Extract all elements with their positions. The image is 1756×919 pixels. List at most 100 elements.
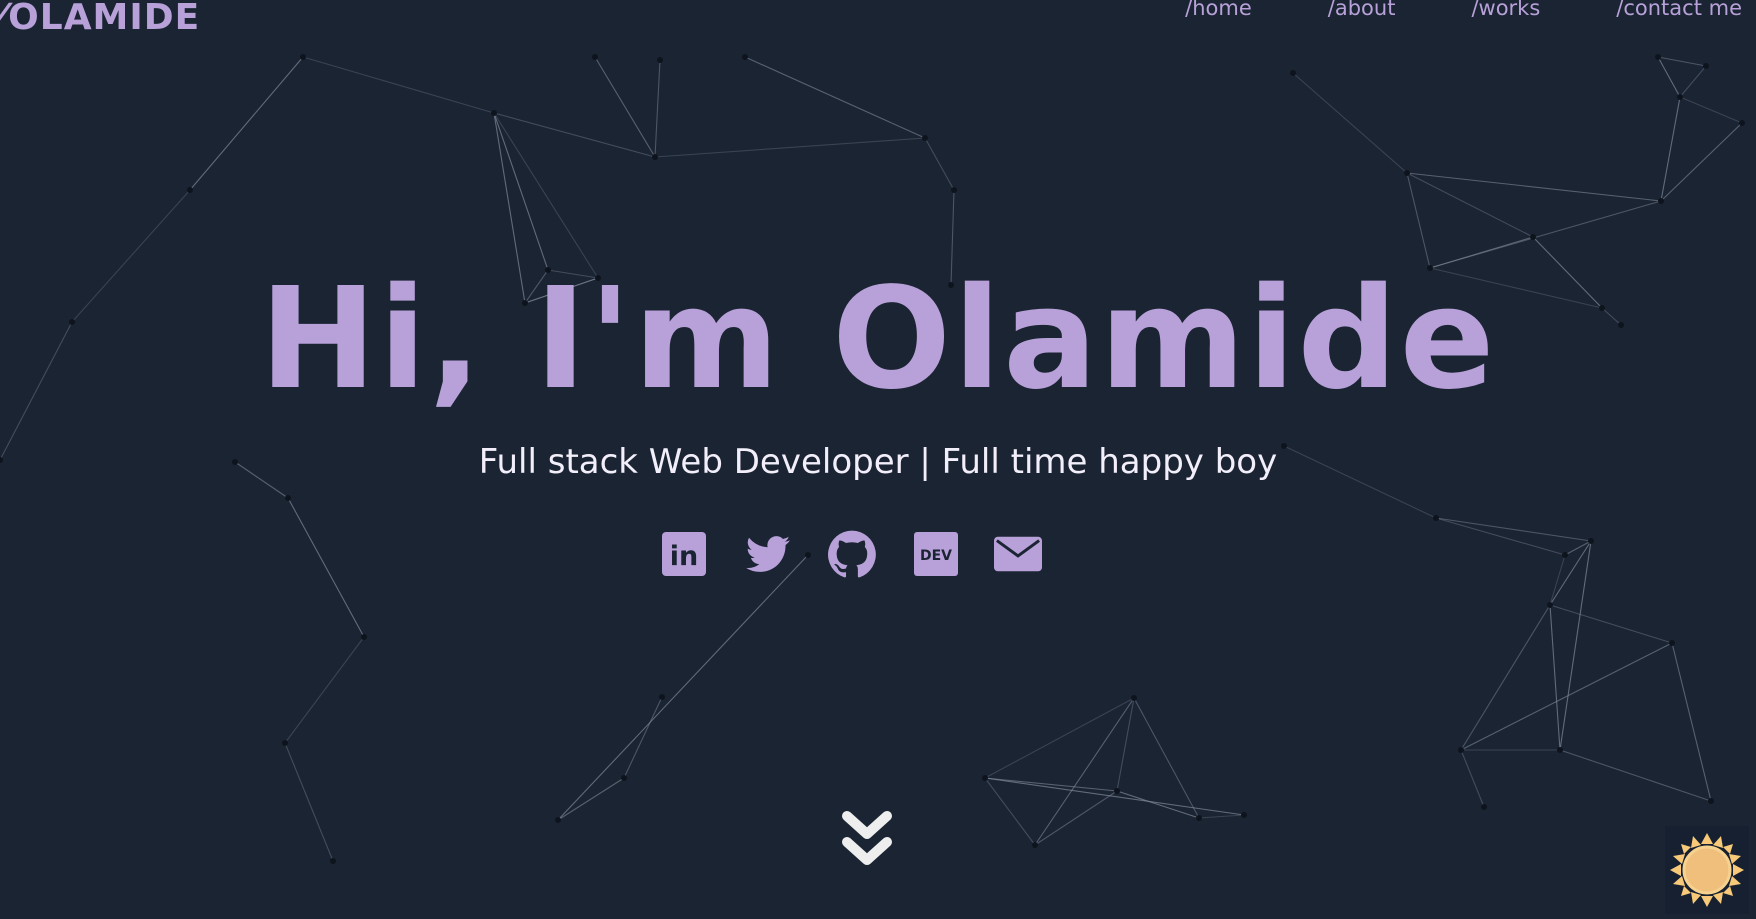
network-line (1034, 790, 1118, 846)
linkedin-icon-text: in (670, 541, 698, 572)
scroll-down-button[interactable] (841, 810, 893, 872)
network-line (284, 636, 365, 744)
network-node (1481, 804, 1487, 810)
network-line (623, 696, 663, 779)
network-node (652, 154, 658, 160)
network-node (951, 187, 957, 193)
network-line (493, 112, 599, 279)
network-node (361, 634, 367, 640)
network-line (1406, 172, 1431, 269)
network-node (1547, 602, 1553, 608)
dev-icon: DEV (914, 532, 958, 576)
hero-title: Hi, I'm Olamide (259, 258, 1497, 421)
network-line (744, 56, 926, 139)
network-node (1708, 798, 1714, 804)
linkedin-icon: in (662, 532, 706, 576)
network-node (555, 817, 561, 823)
network-node (330, 858, 336, 864)
network-line (1559, 749, 1712, 802)
hero-subtitle: Full stack Web Developer | Full time hap… (478, 442, 1278, 482)
network-line (189, 56, 304, 191)
network-node (1562, 552, 1568, 558)
network-line (302, 56, 495, 114)
network-node (1703, 63, 1709, 69)
network-line (1435, 517, 1566, 556)
network-line (654, 137, 926, 158)
network-line (1549, 604, 1673, 644)
network-node (187, 187, 193, 193)
network-node (922, 135, 928, 141)
network-node (592, 54, 598, 60)
network-node (300, 54, 306, 60)
chevron-double-down-icon (842, 811, 892, 865)
linkedin-link[interactable]: in (660, 530, 708, 578)
twitter-icon (746, 536, 790, 572)
network-node (1658, 198, 1664, 204)
dev-link[interactable]: DEV (912, 530, 960, 578)
page: /OLAMIDE /home /about /works /contact me… (0, 0, 1756, 919)
nav-link-home[interactable]: /home (1185, 0, 1252, 22)
network-line (1549, 554, 1566, 606)
network-node (1677, 94, 1683, 100)
network-line (1460, 642, 1673, 751)
network-node (1196, 815, 1202, 821)
network-node (1404, 170, 1410, 176)
nav-link-about[interactable]: /about (1328, 0, 1396, 22)
network-node (982, 775, 988, 781)
network-node (657, 57, 663, 63)
network-node (1530, 234, 1536, 240)
mail-icon (994, 536, 1042, 572)
network-line (984, 777, 1036, 846)
theme-toggle-button[interactable] (1665, 826, 1749, 914)
network-node (1290, 70, 1296, 76)
dev-icon-text: DEV (920, 548, 952, 564)
network-line (984, 777, 1118, 792)
network-line (924, 137, 955, 191)
github-link[interactable] (828, 530, 876, 578)
network-node (1131, 695, 1137, 701)
network-line (1406, 172, 1662, 202)
main-nav: /home /about /works /contact me (1109, 0, 1742, 22)
network-line (594, 56, 656, 158)
network-node (1557, 747, 1563, 753)
twitter-link[interactable] (744, 530, 792, 578)
network-line (1679, 65, 1707, 98)
network-node (1739, 120, 1745, 126)
network-line (1657, 56, 1681, 98)
network-line (984, 777, 1245, 816)
network-node (1433, 515, 1439, 521)
network-line (1292, 72, 1408, 174)
site-logo[interactable]: /OLAMIDE (0, 0, 200, 40)
network-node (1241, 812, 1247, 818)
logo-text: OLAMIDE (8, 0, 201, 38)
email-link[interactable] (994, 530, 1042, 578)
network-line (654, 59, 661, 158)
network-line (984, 697, 1135, 779)
network-line (287, 497, 365, 638)
social-links: in DEV (660, 530, 1044, 578)
network-node (1669, 640, 1675, 646)
network-line (1657, 56, 1707, 67)
network-line (557, 554, 809, 821)
nav-link-contact[interactable]: /contact me (1616, 0, 1742, 22)
network-line (1460, 749, 1485, 808)
sun-icon (1670, 833, 1744, 907)
network-line (1435, 517, 1592, 542)
network-node (742, 54, 748, 60)
network-node (491, 110, 497, 116)
network-line (1679, 96, 1743, 124)
network-node (285, 495, 291, 501)
network-node (1655, 54, 1661, 60)
network-line (1198, 814, 1245, 819)
network-node (1588, 538, 1594, 544)
network-node (621, 775, 627, 781)
network-line (493, 112, 549, 271)
network-line (1549, 604, 1561, 751)
network-line (1559, 540, 1592, 751)
network-line (1460, 604, 1551, 751)
nav-link-works[interactable]: /works (1471, 0, 1540, 22)
network-line (1671, 642, 1712, 802)
network-node (282, 740, 288, 746)
network-node (1114, 788, 1120, 794)
network-node (1032, 842, 1038, 848)
